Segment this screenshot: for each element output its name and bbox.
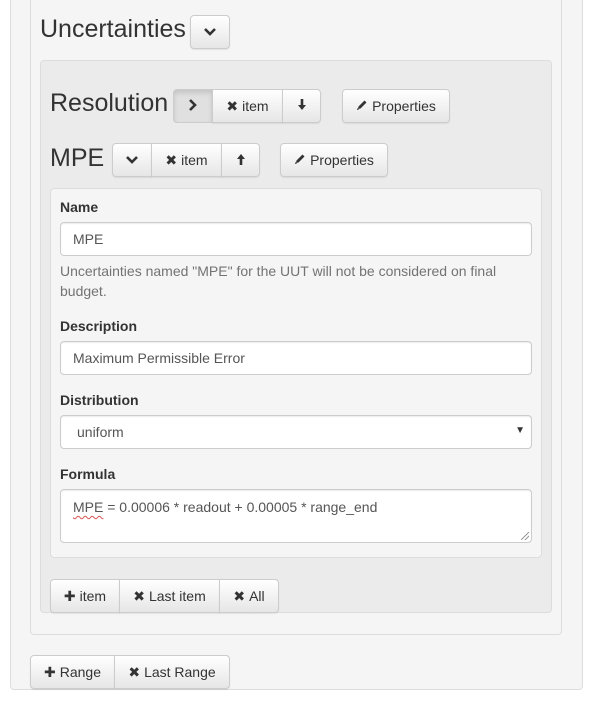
- mpe-move-up-button[interactable]: [221, 143, 260, 177]
- chevron-down-icon: [204, 24, 216, 40]
- mpe-properties-button[interactable]: Properties: [280, 143, 388, 177]
- close-icon: ✖: [233, 587, 246, 604]
- resolution-move-down-button[interactable]: [282, 89, 321, 123]
- resolution-properties-button[interactable]: Properties: [342, 89, 450, 123]
- formula-expression: = 0.00006 * readout + 0.00005 * range_en…: [103, 499, 378, 515]
- resolution-expand-button[interactable]: [173, 89, 213, 123]
- resolution-button-group: ✖ item: [173, 89, 321, 123]
- pencil-icon: [356, 98, 368, 114]
- add-item-button[interactable]: ✚ item: [50, 579, 120, 613]
- resolution-remove-item-label: item: [242, 98, 269, 114]
- uncertainties-title: Uncertainties: [40, 15, 186, 43]
- distribution-select[interactable]: uniform ▼: [60, 415, 532, 449]
- add-range-button[interactable]: ✚ Range: [30, 655, 115, 689]
- close-icon: ✖: [226, 97, 239, 114]
- mpe-button-group: ✖ item: [112, 143, 260, 177]
- description-input[interactable]: Maximum Permissible Error: [60, 341, 532, 375]
- arrow-up-icon: [236, 152, 246, 168]
- name-input[interactable]: MPE: [60, 222, 532, 256]
- mpe-remove-item-label: item: [181, 152, 208, 168]
- close-icon: ✖: [165, 151, 178, 168]
- chevron-right-icon: [188, 98, 198, 114]
- resize-handle-icon[interactable]: [521, 532, 529, 540]
- formula-textarea[interactable]: MPE = 0.00006 * readout + 0.00005 * rang…: [60, 489, 532, 543]
- formula-label: Formula: [60, 466, 116, 482]
- plus-icon: ✚: [44, 663, 56, 680]
- chevron-down-icon: [126, 152, 138, 168]
- distribution-label: Distribution: [60, 392, 139, 408]
- name-label: Name: [60, 199, 99, 215]
- mpe-title: MPE: [50, 144, 105, 172]
- range-actions-group: ✚ Range ✖ Last Range: [30, 655, 230, 689]
- plus-icon: ✚: [63, 587, 76, 604]
- pencil-icon: [294, 152, 306, 168]
- name-help-text: Uncertainties named "MPE" for the UUT wi…: [60, 263, 497, 299]
- close-icon: ✖: [128, 663, 141, 680]
- close-icon: ✖: [133, 587, 145, 604]
- mpe-properties-label: Properties: [310, 152, 374, 168]
- resolution-title: Resolution: [50, 89, 169, 117]
- description-input-value: Maximum Permissible Error: [73, 350, 245, 366]
- remove-last-range-button[interactable]: ✖ Last Range: [114, 655, 230, 689]
- name-input-value: MPE: [73, 231, 104, 247]
- caret-down-icon: ▼: [515, 425, 525, 436]
- arrow-down-icon: [297, 98, 307, 114]
- remove-all-label: All: [249, 588, 265, 604]
- add-item-label: item: [79, 588, 107, 604]
- resolution-remove-item-button[interactable]: ✖ item: [212, 89, 283, 123]
- mpe-remove-item-button[interactable]: ✖ item: [151, 143, 222, 177]
- remove-all-items-button[interactable]: ✖ All: [219, 579, 279, 613]
- remove-last-item-button[interactable]: ✖ Last item: [119, 579, 220, 613]
- remove-last-range-label: Last Range: [144, 664, 216, 680]
- remove-last-item-label: Last item: [148, 588, 206, 604]
- uncertainties-toggle-button[interactable]: [190, 15, 230, 49]
- distribution-select-value: uniform: [77, 424, 124, 440]
- add-range-label: Range: [59, 664, 101, 680]
- description-label: Description: [60, 318, 138, 334]
- formula-variable: MPE: [73, 499, 104, 515]
- resolution-properties-label: Properties: [372, 98, 436, 114]
- item-actions-group: ✚ item ✖ Last item ✖ All: [50, 579, 279, 613]
- mpe-collapse-button[interactable]: [112, 143, 152, 177]
